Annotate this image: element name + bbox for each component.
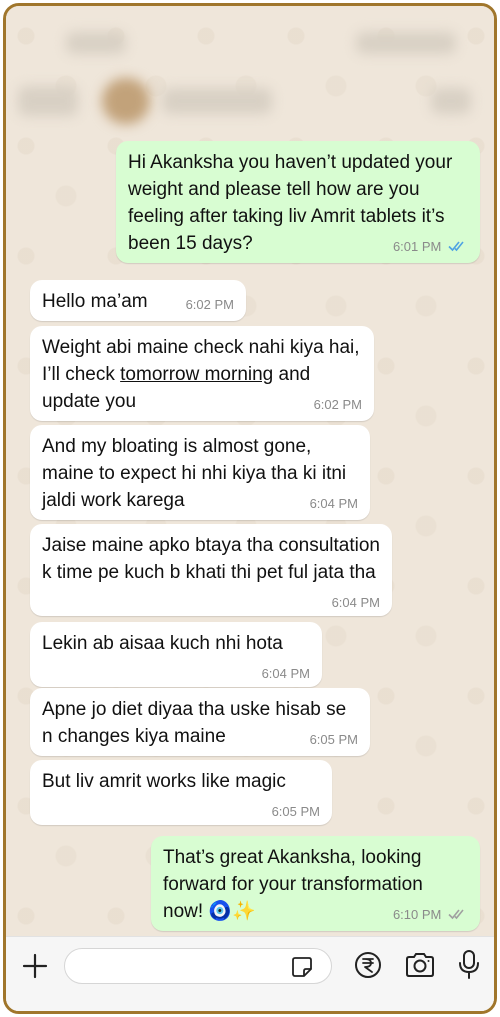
message-text: That’s great Akanksha, looking forward f… — [163, 847, 423, 922]
message-bubble-incoming[interactable]: Jaise maine apko btaya tha consultation … — [30, 524, 392, 616]
sticker-icon[interactable] — [291, 956, 313, 978]
message-input[interactable] — [64, 948, 332, 984]
message-text: Jaise maine apko btaya tha consultation … — [42, 535, 380, 583]
message-bubble-incoming[interactable]: Weight abi maine check nahi kiya hai, I’… — [30, 326, 374, 421]
plus-icon[interactable] — [22, 953, 48, 979]
message-input-bar — [6, 936, 494, 1011]
message-bubble-incoming[interactable]: Apne jo diet diyaa tha uske hisab se n c… — [30, 688, 370, 756]
message-meta: 6:10 PM — [393, 908, 468, 922]
message-bubble-outgoing[interactable]: That’s great Akanksha, looking forward f… — [151, 836, 480, 931]
message-time: 6:05 PM — [309, 732, 358, 747]
message-text: Lekin ab aisaa kuch nhi hota — [42, 633, 283, 654]
message-text: Hello ma’am — [42, 291, 148, 312]
message-text: And my bloating is almost gone, maine to… — [42, 436, 347, 511]
message-meta: 6:01 PM — [393, 240, 468, 254]
message-time: 6:05 PM — [271, 804, 320, 819]
message-bubble-incoming[interactable]: But liv amrit works like magic 6:05 PM — [30, 760, 332, 825]
phone-frame: Hi Akanksha you haven’t updated your wei… — [3, 3, 497, 1014]
message-text: Weight abi maine check nahi kiya hai, I’… — [42, 337, 360, 412]
detected-date-link[interactable]: tomorrow morning — [120, 364, 273, 385]
message-time: 6:04 PM — [331, 595, 380, 610]
message-list: Hi Akanksha you haven’t updated your wei… — [6, 6, 494, 1011]
double-check-read-icon — [448, 241, 464, 252]
message-bubble-incoming[interactable]: Hello ma’am 6:02 PM — [30, 280, 246, 321]
message-time: 6:04 PM — [309, 496, 358, 511]
message-bubble-incoming[interactable]: And my bloating is almost gone, maine to… — [30, 425, 370, 520]
message-text: But liv amrit works like magic — [42, 771, 286, 792]
message-time: 6:10 PM — [392, 907, 442, 922]
message-time: 6:04 PM — [261, 666, 310, 681]
message-time: 6:02 PM — [313, 397, 362, 412]
rupee-payment-icon[interactable] — [354, 951, 382, 979]
message-bubble-incoming[interactable]: Lekin ab aisaa kuch nhi hota 6:04 PM — [30, 622, 322, 687]
camera-icon[interactable] — [404, 952, 436, 978]
message-text: Apne jo diet diyaa tha uske hisab se n c… — [42, 699, 347, 747]
double-check-delivered-icon — [448, 909, 464, 920]
microphone-icon[interactable] — [458, 949, 480, 981]
message-time: 6:02 PM — [185, 297, 234, 312]
message-bubble-outgoing[interactable]: Hi Akanksha you haven’t updated your wei… — [116, 141, 480, 263]
message-time: 6:01 PM — [392, 239, 442, 254]
